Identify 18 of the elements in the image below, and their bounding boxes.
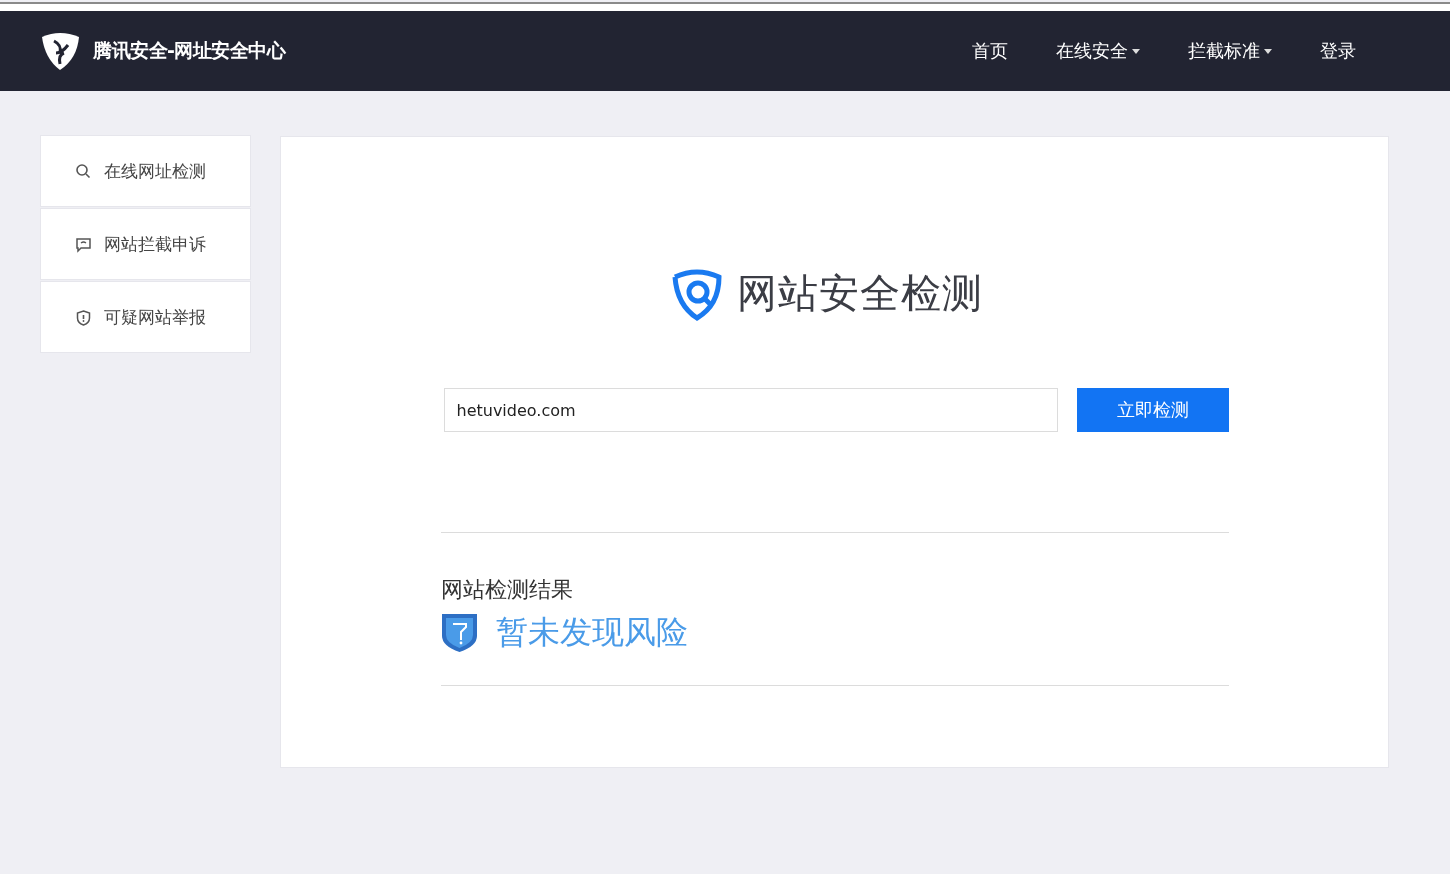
logo-icon	[40, 31, 81, 71]
nav-link[interactable]: 登录	[1296, 39, 1380, 63]
result-status: 暂未发现风险	[495, 612, 688, 653]
url-input-field[interactable]: hetuvideo.com	[443, 388, 1058, 432]
search-icon	[75, 162, 92, 180]
check-button[interactable]: 立即检测	[1076, 388, 1229, 432]
site-title: 腾讯安全-网址安全中心	[93, 38, 286, 63]
sidebar-item[interactable]: 网站拦截申诉	[40, 208, 251, 280]
sidebar-item[interactable]: 在线网址检测	[40, 135, 251, 207]
sidebar-item[interactable]: 可疑网站举报	[40, 281, 251, 353]
speech-bubble-icon	[75, 235, 92, 253]
nav-link[interactable]: 首页	[948, 39, 1032, 63]
shield-question-icon	[440, 613, 478, 653]
page-heading: 网站安全检测	[736, 268, 983, 318]
nav-link[interactable]: 在线安全	[1032, 39, 1164, 63]
nav-link[interactable]: 拦截标准	[1164, 39, 1296, 63]
shield-icon	[75, 308, 92, 326]
result-label: 网站检测结果	[440, 576, 574, 604]
